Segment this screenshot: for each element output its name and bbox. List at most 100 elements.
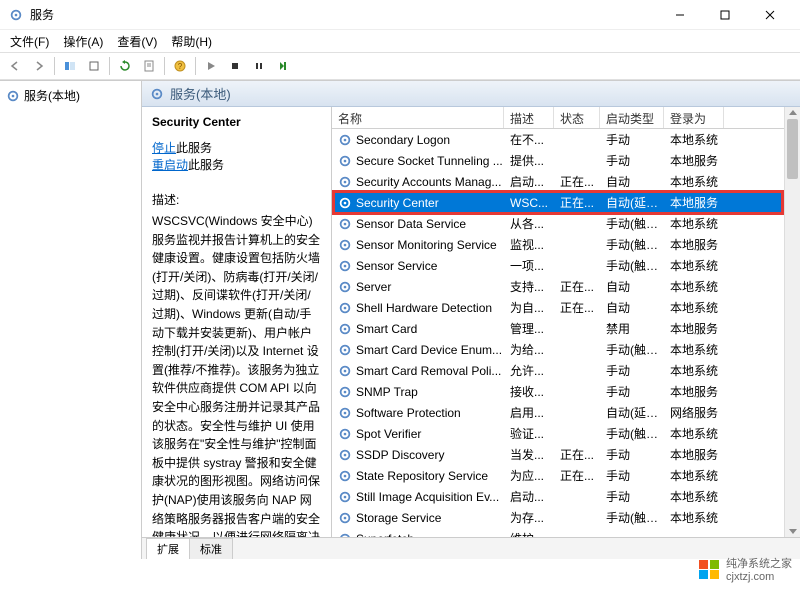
cell-name: SSDP Discovery <box>332 446 504 464</box>
cell-logon: 本地系统 <box>664 360 724 381</box>
cell-status <box>554 138 600 142</box>
start-service-button[interactable] <box>200 55 222 77</box>
service-row[interactable]: Sensor Service一项...手动(触发...本地系统 <box>332 255 800 276</box>
scrollbar-thumb[interactable] <box>787 119 798 179</box>
cell-status: 正在... <box>554 171 600 192</box>
maximize-button[interactable] <box>702 0 747 30</box>
cell-desc: 维护... <box>504 528 554 537</box>
menu-file[interactable]: 文件(F) <box>4 31 55 52</box>
title-bar: 服务 <box>0 0 800 30</box>
help-button[interactable]: ? <box>169 55 191 77</box>
col-status[interactable]: 状态 <box>554 107 600 128</box>
cell-desc: 启动... <box>504 171 554 192</box>
cell-name: State Repository Service <box>332 467 504 485</box>
restart-link[interactable]: 重启动 <box>152 158 188 172</box>
service-row[interactable]: Security CenterWSC...正在...自动(延迟...本地服务 <box>332 192 800 213</box>
stop-service-button[interactable] <box>224 55 246 77</box>
stop-link[interactable]: 停止 <box>152 141 176 155</box>
tab-standard[interactable]: 标准 <box>189 538 233 559</box>
cell-logon: 本地系统 <box>664 507 724 528</box>
cell-name: Spot Verifier <box>332 425 504 443</box>
cell-name: Sensor Data Service <box>332 215 504 233</box>
cell-startup <box>600 537 664 538</box>
minimize-button[interactable] <box>657 0 702 30</box>
service-row[interactable]: Software Protection启用...自动(延迟...网络服务 <box>332 402 800 423</box>
forward-button[interactable] <box>28 55 50 77</box>
export-button[interactable] <box>83 55 105 77</box>
cell-desc: 允许... <box>504 360 554 381</box>
cell-startup: 手动 <box>600 150 664 171</box>
service-row[interactable]: Smart Card管理...禁用本地服务 <box>332 318 800 339</box>
cell-desc: 管理... <box>504 318 554 339</box>
cell-name: Secure Socket Tunneling ... <box>332 152 504 170</box>
cell-logon: 本地系统 <box>664 297 724 318</box>
cell-name: Sensor Monitoring Service <box>332 236 504 254</box>
service-row[interactable]: Shell Hardware Detection为自...正在...自动本地系统 <box>332 297 800 318</box>
cell-status: 正在... <box>554 297 600 318</box>
service-row[interactable]: Server支持...正在...自动本地系统 <box>332 276 800 297</box>
col-name[interactable]: 名称 <box>332 107 504 128</box>
service-row[interactable]: Secure Socket Tunneling ...提供...手动本地服务 <box>332 150 800 171</box>
cell-desc: 从各... <box>504 213 554 234</box>
gear-icon <box>338 343 352 357</box>
selected-service-name: Security Center <box>152 115 321 129</box>
menu-help[interactable]: 帮助(H) <box>165 31 218 52</box>
service-row[interactable]: Superfetch维护... <box>332 528 800 537</box>
cell-startup: 禁用 <box>600 318 664 339</box>
col-logon[interactable]: 登录为 <box>664 107 724 128</box>
service-row[interactable]: Still Image Acquisition Ev...启动...手动本地系统 <box>332 486 800 507</box>
service-row[interactable]: State Repository Service为应...正在...手动本地系统 <box>332 465 800 486</box>
menu-action[interactable]: 操作(A) <box>57 31 109 52</box>
cell-startup: 自动 <box>600 297 664 318</box>
vertical-scrollbar[interactable] <box>784 107 800 537</box>
gear-icon <box>338 175 352 189</box>
properties-button[interactable] <box>138 55 160 77</box>
cell-startup: 手动(触发... <box>600 234 664 255</box>
gear-icon <box>338 532 352 538</box>
service-row[interactable]: SSDP Discovery当发...正在...手动本地服务 <box>332 444 800 465</box>
tree-root-label: 服务(本地) <box>24 87 80 104</box>
cell-logon <box>664 537 724 538</box>
service-row[interactable]: Security Accounts Manag...启动...正在...自动本地… <box>332 171 800 192</box>
cell-status <box>554 390 600 394</box>
col-startup[interactable]: 启动类型 <box>600 107 664 128</box>
gear-icon <box>338 511 352 525</box>
gear-icon <box>338 385 352 399</box>
cell-desc: 一项... <box>504 255 554 276</box>
cell-status: 正在... <box>554 444 600 465</box>
menu-view[interactable]: 查看(V) <box>111 31 163 52</box>
service-row[interactable]: Spot Verifier验证...手动(触发...本地系统 <box>332 423 800 444</box>
tree-root-services[interactable]: 服务(本地) <box>4 85 137 106</box>
gear-icon <box>338 490 352 504</box>
tab-extended[interactable]: 扩展 <box>146 538 190 559</box>
service-row[interactable]: Secondary Logon在不...手动本地系统 <box>332 129 800 150</box>
service-row[interactable]: Sensor Data Service从各...手动(触发...本地系统 <box>332 213 800 234</box>
service-row[interactable]: Storage Service为存...手动(触发...本地系统 <box>332 507 800 528</box>
gear-icon <box>338 427 352 441</box>
cell-name: Secondary Logon <box>332 131 504 149</box>
description-body: WSCSVC(Windows 安全中心)服务监视并报告计算机上的安全健康设置。健… <box>152 212 321 537</box>
service-row[interactable]: Smart Card Device Enum...为给...手动(触发...本地… <box>332 339 800 360</box>
cell-status <box>554 348 600 352</box>
cell-startup: 手动(触发... <box>600 213 664 234</box>
cell-status: 正在... <box>554 192 600 213</box>
restart-service-button[interactable] <box>272 55 294 77</box>
service-row[interactable]: Sensor Monitoring Service监视...手动(触发...本地… <box>332 234 800 255</box>
cell-logon: 本地服务 <box>664 381 724 402</box>
close-button[interactable] <box>747 0 792 30</box>
pause-service-button[interactable] <box>248 55 270 77</box>
col-desc[interactable]: 描述 <box>504 107 554 128</box>
service-list: 名称 描述 状态 启动类型 登录为 Secondary Logon在不...手动… <box>332 107 800 537</box>
cell-logon: 本地系统 <box>664 486 724 507</box>
cell-status <box>554 264 600 268</box>
cell-startup: 手动 <box>600 381 664 402</box>
cell-desc: 当发... <box>504 444 554 465</box>
refresh-button[interactable] <box>114 55 136 77</box>
service-row[interactable]: SNMP Trap接收...手动本地服务 <box>332 381 800 402</box>
show-hide-button[interactable] <box>59 55 81 77</box>
back-button[interactable] <box>4 55 26 77</box>
watermark-line1: 纯净系统之家 <box>726 555 792 571</box>
cell-name: Sensor Service <box>332 257 504 275</box>
watermark-logo <box>698 559 720 580</box>
service-row[interactable]: Smart Card Removal Poli...允许...手动本地系统 <box>332 360 800 381</box>
